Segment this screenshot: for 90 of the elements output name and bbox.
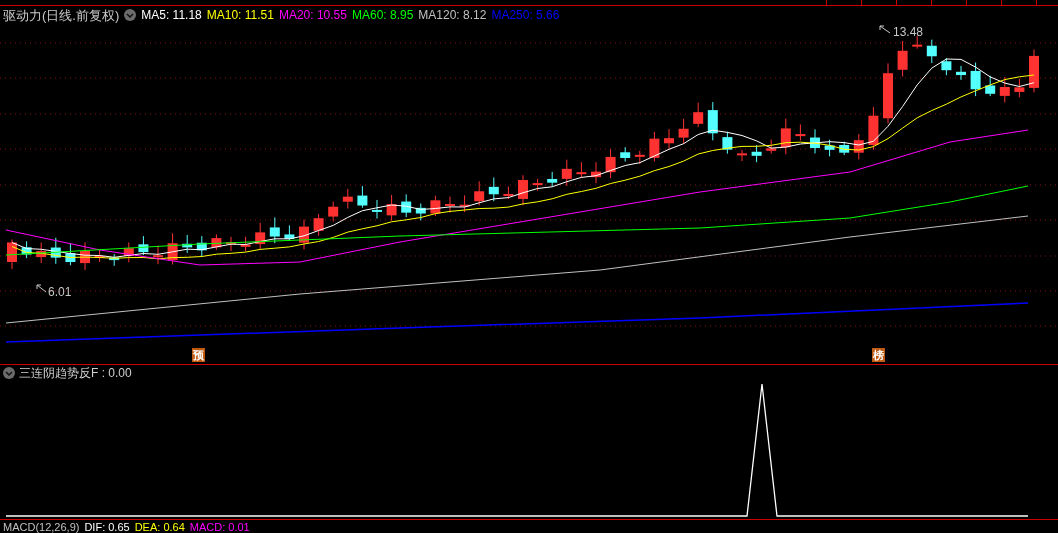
candlestick (1029, 49, 1039, 93)
candlestick (182, 234, 193, 254)
candlestick (1014, 78, 1025, 98)
chart-title: 驱动力(日线.前复权) (3, 8, 120, 22)
price-label: 13.48 (893, 26, 924, 38)
candlestick (138, 235, 149, 256)
candlestick (401, 193, 412, 218)
candlestick (415, 202, 426, 221)
candlestick (795, 123, 806, 141)
candlestick (912, 35, 923, 50)
candlestick (693, 102, 704, 128)
moving-average-value: MA10: 11.51 (206, 9, 274, 21)
candlestick (269, 216, 280, 244)
candlestick (109, 253, 120, 267)
candlestick (372, 199, 382, 220)
indicator-title: 三连阴趋势反F : 0.00 (19, 367, 132, 379)
moving-average-value: MA250: 5.66 (491, 9, 560, 21)
candlestick (620, 146, 631, 162)
candlestick (167, 232, 178, 265)
candlestick (737, 149, 747, 162)
candlestick (664, 128, 674, 150)
candlestick (810, 128, 820, 154)
candlestick (94, 249, 105, 263)
candlestick (153, 245, 163, 265)
candlestick (678, 118, 689, 145)
candlestick (649, 131, 660, 163)
candlestick (532, 178, 543, 192)
candlestick (518, 174, 528, 206)
candlestick (299, 219, 309, 250)
macd-value: DIF: 0.65 (84, 521, 130, 533)
candlestick (897, 40, 908, 77)
candlestick (328, 201, 339, 222)
candlestick (722, 131, 733, 155)
candlestick (226, 236, 236, 252)
macd-value: DEA: 0.64 (134, 521, 185, 533)
moving-average-value: MA5: 11.18 (141, 9, 202, 21)
candlestick (21, 240, 32, 259)
candlestick (591, 161, 601, 184)
dropdown-toggle-icon[interactable] (3, 367, 15, 379)
candlestick (780, 118, 791, 155)
macd-value: MACD(12,26,9) (3, 521, 80, 533)
macd-value: MACD: 0.01 (189, 521, 250, 533)
candlestick (970, 62, 981, 97)
arrow-icon (879, 25, 891, 34)
candlestick (196, 235, 207, 258)
candlestick (7, 238, 17, 270)
candlestick (853, 133, 864, 161)
dropdown-toggle-icon[interactable] (124, 9, 137, 21)
candlestick (211, 233, 222, 251)
candlestick (80, 241, 90, 271)
candlestick (386, 194, 397, 222)
price-label: 6.01 (48, 286, 72, 298)
candlestick (313, 213, 324, 237)
candlestick (474, 180, 485, 206)
candlestick (941, 57, 952, 76)
moving-average-value: MA20: 10.55 (278, 9, 347, 21)
candlestick (868, 106, 879, 151)
candlestick (342, 188, 353, 209)
candlestick (65, 242, 76, 266)
candlestick (985, 75, 996, 97)
candlestick (926, 39, 937, 64)
candlestick (430, 195, 441, 217)
moving-average-value: MA60: 8.95 (351, 9, 414, 21)
candlestick (36, 242, 47, 264)
candlestick (751, 144, 762, 163)
candlestick (488, 177, 499, 202)
event-marker[interactable]: 榜 (872, 348, 885, 362)
candlestick (839, 141, 850, 156)
candlestick (956, 65, 966, 81)
candlestick (255, 222, 266, 250)
candlestick (50, 237, 61, 265)
event-marker[interactable]: 预 (192, 348, 205, 362)
candlestick (824, 139, 835, 157)
candlestick (503, 185, 514, 200)
moving-average-value: MA120: 8.12 (418, 9, 487, 21)
candlestick (459, 194, 470, 213)
candlestick (547, 171, 558, 188)
candlestick (883, 62, 893, 124)
candlestick (634, 150, 645, 165)
candlestick (707, 101, 718, 141)
candlestick (576, 161, 587, 179)
arrow-icon (36, 284, 47, 293)
candlestick (445, 196, 455, 213)
candlestick (605, 148, 616, 179)
candlestick (999, 76, 1010, 103)
candlestick (561, 159, 572, 187)
candlestick (766, 139, 777, 155)
candlestick (357, 185, 368, 209)
candlestick (240, 236, 251, 252)
candlestick (123, 241, 134, 263)
